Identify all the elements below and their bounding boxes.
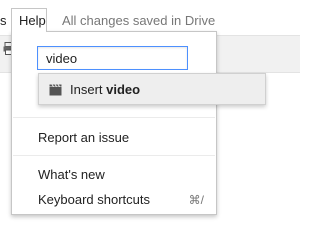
help-search xyxy=(37,46,188,70)
search-menus-input[interactable] xyxy=(37,46,188,70)
menu-item-label: What's new xyxy=(38,167,105,182)
menu-item-report-issue[interactable]: Report an issue xyxy=(38,130,129,145)
suggestion-label: Insert video xyxy=(70,82,140,97)
menu-previous-fragment[interactable]: s xyxy=(0,13,7,28)
search-suggestion[interactable]: Insert video xyxy=(38,73,266,105)
video-clapper-icon xyxy=(49,83,62,96)
menu-item-label: Report an issue xyxy=(38,130,130,145)
menu-help-label: Help xyxy=(19,13,46,28)
menu-separator xyxy=(13,117,215,118)
save-status: All changes saved in Drive xyxy=(62,13,216,28)
menu-separator xyxy=(13,155,215,156)
keyboard-shortcut-hint: ⌘/ xyxy=(188,193,204,207)
menu-bar: s Help All changes saved in Drive xyxy=(0,0,300,32)
video-clapper-icon-svg xyxy=(49,84,62,96)
help-menu-dropdown: Report an issue What's new Keyboard shor… xyxy=(11,31,217,215)
menu-item-whats-new[interactable]: What's new xyxy=(38,167,105,182)
suggestion-match: video xyxy=(106,82,141,97)
docs-window: s Help All changes saved in Drive Report… xyxy=(0,0,300,241)
menu-item-keyboard-shortcuts[interactable]: Keyboard shortcuts xyxy=(38,192,150,207)
menu-help[interactable]: Help xyxy=(11,8,47,32)
suggestion-prefix: Insert xyxy=(70,82,107,97)
menu-item-label: Keyboard shortcuts xyxy=(38,192,151,207)
